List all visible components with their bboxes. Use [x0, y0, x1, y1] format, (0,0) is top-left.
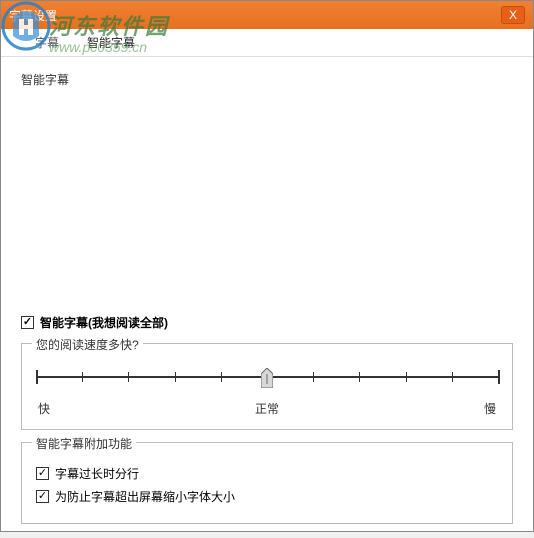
slider-tick: [82, 372, 83, 382]
tab-subtitle[interactable]: 字幕: [21, 29, 73, 56]
wrap-long-label: 字幕过长时分行: [55, 465, 139, 482]
close-button[interactable]: X: [501, 6, 525, 24]
slider-tick: [221, 372, 222, 382]
slider-tick: [313, 372, 314, 382]
addon-group-title: 智能字幕附加功能: [32, 435, 136, 452]
wrap-long-row: 字幕过长时分行: [36, 465, 498, 482]
content-area: 智能字幕 智能字幕(我想阅读全部) 您的阅读速度多快?: [1, 57, 533, 538]
reading-speed-group: 您的阅读速度多快?: [21, 343, 513, 430]
slider-tick: [36, 370, 38, 384]
wrap-long-checkbox[interactable]: [36, 467, 49, 480]
addon-group: 智能字幕附加功能 字幕过长时分行 为防止字幕超出屏幕缩小字体大小: [21, 442, 513, 524]
speed-slider[interactable]: [36, 364, 498, 394]
window-title: 字幕设置: [9, 7, 501, 24]
slider-thumb[interactable]: [261, 368, 273, 388]
tab-smart-subtitle[interactable]: 智能字幕: [73, 29, 149, 56]
slider-tick: [498, 370, 500, 384]
slider-tick: [452, 372, 453, 382]
smart-subtitle-row: 智能字幕(我想阅读全部): [21, 314, 513, 331]
shrink-font-label: 为防止字幕超出屏幕缩小字体大小: [55, 488, 235, 505]
label-normal: 正常: [255, 400, 279, 417]
slider-tick: [406, 372, 407, 382]
preview-area: [21, 98, 513, 308]
shrink-font-checkbox[interactable]: [36, 490, 49, 503]
slider-labels: 快 正常 慢: [36, 400, 498, 417]
titlebar: 字幕设置 X: [1, 1, 533, 29]
dialog-window: 字幕设置 X 字幕 智能字幕 智能字幕 智能字幕(我想阅读全部) 您的阅读速度多…: [0, 0, 534, 532]
slider-tick: [128, 372, 129, 382]
shrink-font-row: 为防止字幕超出屏幕缩小字体大小: [36, 488, 498, 505]
smart-subtitle-checkbox[interactable]: [21, 316, 34, 329]
tab-bar: 字幕 智能字幕: [1, 29, 533, 57]
slider-tick: [175, 372, 176, 382]
smart-subtitle-label: 智能字幕(我想阅读全部): [40, 314, 168, 331]
slider-tick: [359, 372, 360, 382]
section-heading: 智能字幕: [21, 71, 513, 88]
label-fast: 快: [38, 400, 50, 417]
close-icon: X: [509, 8, 517, 22]
reading-speed-title: 您的阅读速度多快?: [32, 336, 143, 353]
label-slow: 慢: [484, 400, 496, 417]
